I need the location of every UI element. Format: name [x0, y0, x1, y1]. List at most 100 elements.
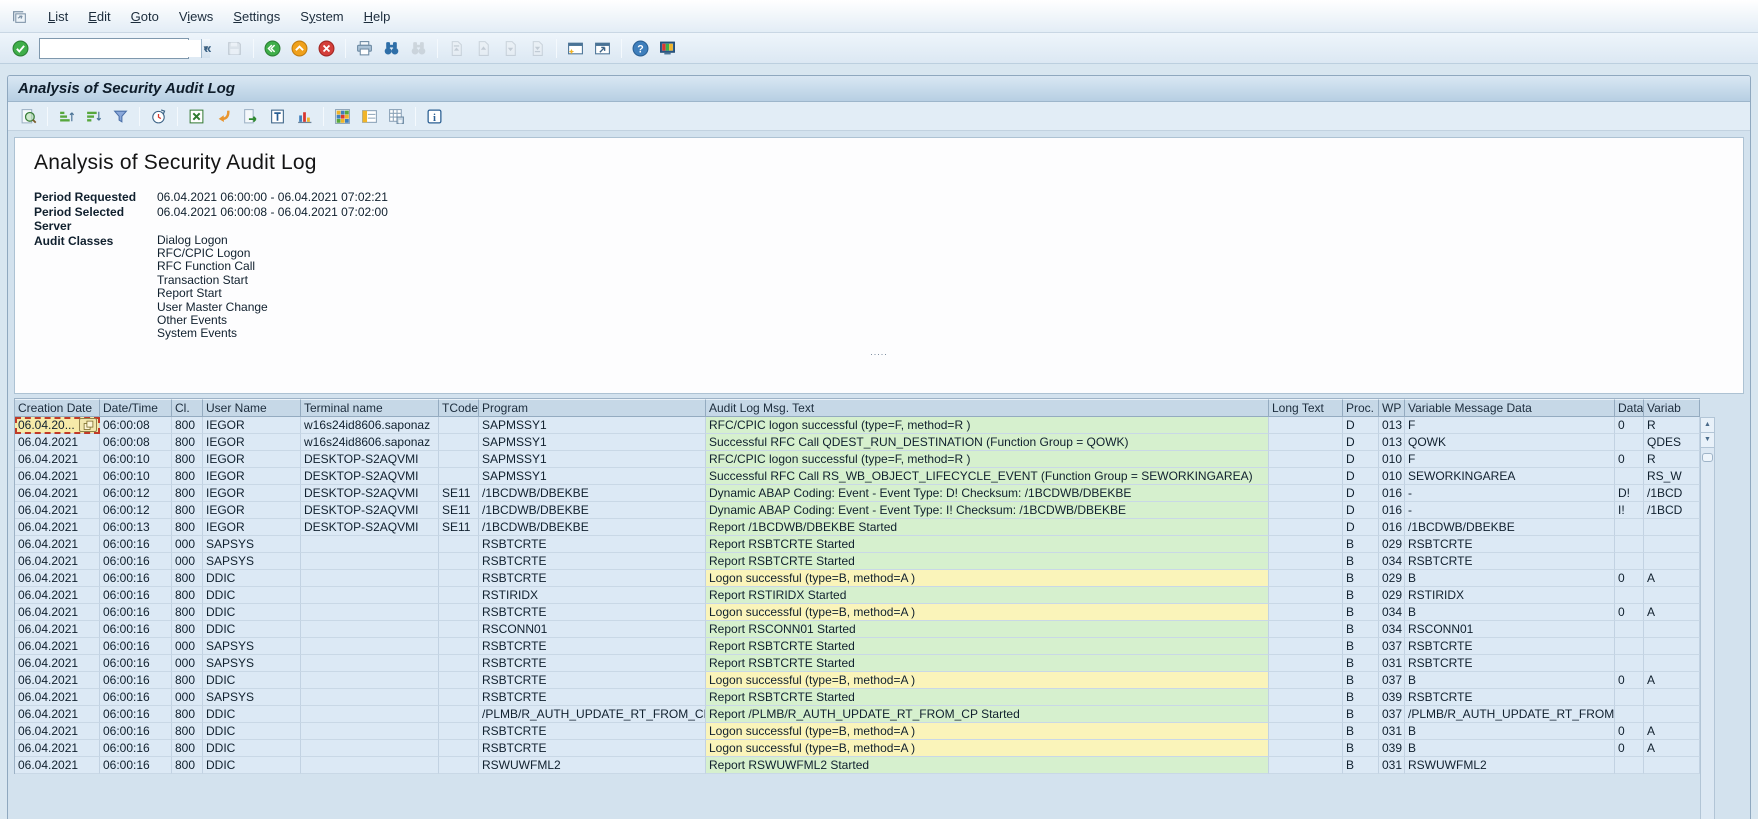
cell-data[interactable]: 0 [1615, 672, 1644, 689]
create-shortcut-button[interactable] [590, 36, 615, 61]
cell-msg_text[interactable]: RFC/CPIC logon successful (type=F, metho… [706, 417, 1269, 434]
cell-tcode[interactable] [439, 468, 479, 485]
cell-long_text[interactable] [1269, 519, 1343, 536]
cell-proc[interactable]: B [1343, 706, 1379, 723]
cell-wp[interactable]: 034 [1379, 553, 1405, 570]
cell-user_name[interactable]: SAPSYS [203, 689, 301, 706]
cell-data[interactable] [1615, 553, 1644, 570]
cell-tcode[interactable] [439, 570, 479, 587]
enter-button[interactable] [8, 36, 33, 61]
save-layout-button[interactable] [384, 104, 409, 129]
cell-msg_text[interactable]: Report RSBTCRTE Started [706, 553, 1269, 570]
cell-user_name[interactable]: SAPSYS [203, 536, 301, 553]
cell-msg_text[interactable]: Logon successful (type=B, method=A ) [706, 723, 1269, 740]
cell-program[interactable]: RSBTCRTE [479, 536, 706, 553]
cell-long_text[interactable] [1269, 621, 1343, 638]
cell-proc[interactable]: B [1343, 740, 1379, 757]
cell-client[interactable]: 800 [172, 434, 203, 451]
cell-user_name[interactable]: DDIC [203, 723, 301, 740]
cell-terminal_name[interactable]: DESKTOP-S2AQVMI [301, 451, 439, 468]
cell-program[interactable]: RSTIRIDX [479, 587, 706, 604]
cell-creation_date[interactable]: 06.04.2021 [15, 621, 100, 638]
cell-msg_text[interactable]: Report RSBTCRTE Started [706, 689, 1269, 706]
cell-date_time[interactable]: 06:00:10 [100, 468, 172, 485]
cell-msg_text[interactable]: Dynamic ABAP Coding: Event - Event Type:… [706, 485, 1269, 502]
cell-wp[interactable]: 037 [1379, 672, 1405, 689]
cell-data[interactable] [1615, 519, 1644, 536]
cell-variable_message_data[interactable]: RSBTCRTE [1405, 655, 1615, 672]
cell-proc[interactable]: B [1343, 621, 1379, 638]
cell-msg_text[interactable]: Report RSTIRIDX Started [706, 587, 1269, 604]
cell-msg_text[interactable]: Logon successful (type=B, method=A ) [706, 570, 1269, 587]
cell-client[interactable]: 800 [172, 740, 203, 757]
cell-variab[interactable] [1644, 655, 1700, 672]
cell-user_name[interactable]: SAPSYS [203, 553, 301, 570]
cell-terminal_name[interactable]: DESKTOP-S2AQVMI [301, 468, 439, 485]
cell-long_text[interactable] [1269, 451, 1343, 468]
cell-msg_text[interactable]: Report RSBTCRTE Started [706, 655, 1269, 672]
cell-wp[interactable]: 034 [1379, 621, 1405, 638]
cell-date_time[interactable]: 06:00:16 [100, 638, 172, 655]
menu-list[interactable]: List [38, 6, 78, 27]
cell-variable_message_data[interactable]: B [1405, 723, 1615, 740]
cell-wp[interactable]: 037 [1379, 638, 1405, 655]
cell-wp[interactable]: 034 [1379, 604, 1405, 621]
cell-program[interactable]: RSBTCRTE [479, 638, 706, 655]
cell-tcode[interactable]: SE11 [439, 485, 479, 502]
scroll-up-button[interactable]: ▲ [1701, 418, 1714, 433]
cell-tcode[interactable] [439, 689, 479, 706]
cell-wp[interactable]: 031 [1379, 757, 1405, 774]
cell-user_name[interactable]: IEGOR [203, 468, 301, 485]
cell-user_name[interactable]: IEGOR [203, 451, 301, 468]
cell-data[interactable]: 0 [1615, 451, 1644, 468]
cell-wp[interactable]: 029 [1379, 570, 1405, 587]
cell-msg_text[interactable]: Report RSBTCRTE Started [706, 638, 1269, 655]
cell-variab[interactable]: /1BCD [1644, 502, 1700, 519]
cell-long_text[interactable] [1269, 757, 1343, 774]
cell-long_text[interactable] [1269, 587, 1343, 604]
exit-button[interactable] [287, 36, 312, 61]
cell-client[interactable]: 000 [172, 638, 203, 655]
cell-date_time[interactable]: 06:00:16 [100, 672, 172, 689]
menu-help[interactable]: Help [354, 6, 401, 27]
cell-creation_date[interactable]: 06.04.2021 [15, 723, 100, 740]
cell-client[interactable]: 800 [172, 502, 203, 519]
cell-terminal_name[interactable] [301, 621, 439, 638]
cell-msg_text[interactable]: Successful RFC Call QDEST_RUN_DESTINATIO… [706, 434, 1269, 451]
cell-tcode[interactable] [439, 536, 479, 553]
cell-variable_message_data[interactable]: - [1405, 485, 1615, 502]
cell-msg_text[interactable]: RFC/CPIC logon successful (type=F, metho… [706, 451, 1269, 468]
cell-creation_date[interactable]: 06.04.2021 [15, 570, 100, 587]
cell-tcode[interactable] [439, 740, 479, 757]
cell-data[interactable] [1615, 468, 1644, 485]
cell-date_time[interactable]: 06:00:16 [100, 587, 172, 604]
cell-program[interactable]: /1BCDWB/DBEKBE [479, 502, 706, 519]
cell-long_text[interactable] [1269, 570, 1343, 587]
cell-terminal_name[interactable] [301, 604, 439, 621]
column-header-date_time[interactable]: Date/Time [100, 399, 172, 417]
graphic-button[interactable] [292, 104, 317, 129]
cell-variable_message_data[interactable]: RSWUWFML2 [1405, 757, 1615, 774]
cell-long_text[interactable] [1269, 502, 1343, 519]
cell-proc[interactable]: D [1343, 451, 1379, 468]
find-button[interactable] [379, 36, 404, 61]
save-button[interactable] [222, 36, 247, 61]
cell-wp[interactable]: 039 [1379, 740, 1405, 757]
cell-variable_message_data[interactable]: B [1405, 740, 1615, 757]
cell-user_name[interactable]: DDIC [203, 587, 301, 604]
cell-data[interactable]: 0 [1615, 570, 1644, 587]
cell-detail-button[interactable] [79, 418, 97, 432]
cell-tcode[interactable] [439, 587, 479, 604]
cell-msg_text[interactable]: Report RSBTCRTE Started [706, 536, 1269, 553]
cell-msg_text[interactable]: Successful RFC Call RS_WB_OBJECT_LIFECYC… [706, 468, 1269, 485]
cell-user_name[interactable]: IEGOR [203, 434, 301, 451]
cell-date_time[interactable]: 06:00:16 [100, 757, 172, 774]
cell-variab[interactable]: QDES [1644, 434, 1700, 451]
help-button[interactable]: ? [628, 36, 653, 61]
cell-terminal_name[interactable] [301, 723, 439, 740]
cell-proc[interactable]: B [1343, 655, 1379, 672]
cell-creation_date[interactable]: 06.04.2021 [15, 655, 100, 672]
cell-data[interactable] [1615, 621, 1644, 638]
cell-proc[interactable]: D [1343, 519, 1379, 536]
cell-terminal_name[interactable] [301, 553, 439, 570]
